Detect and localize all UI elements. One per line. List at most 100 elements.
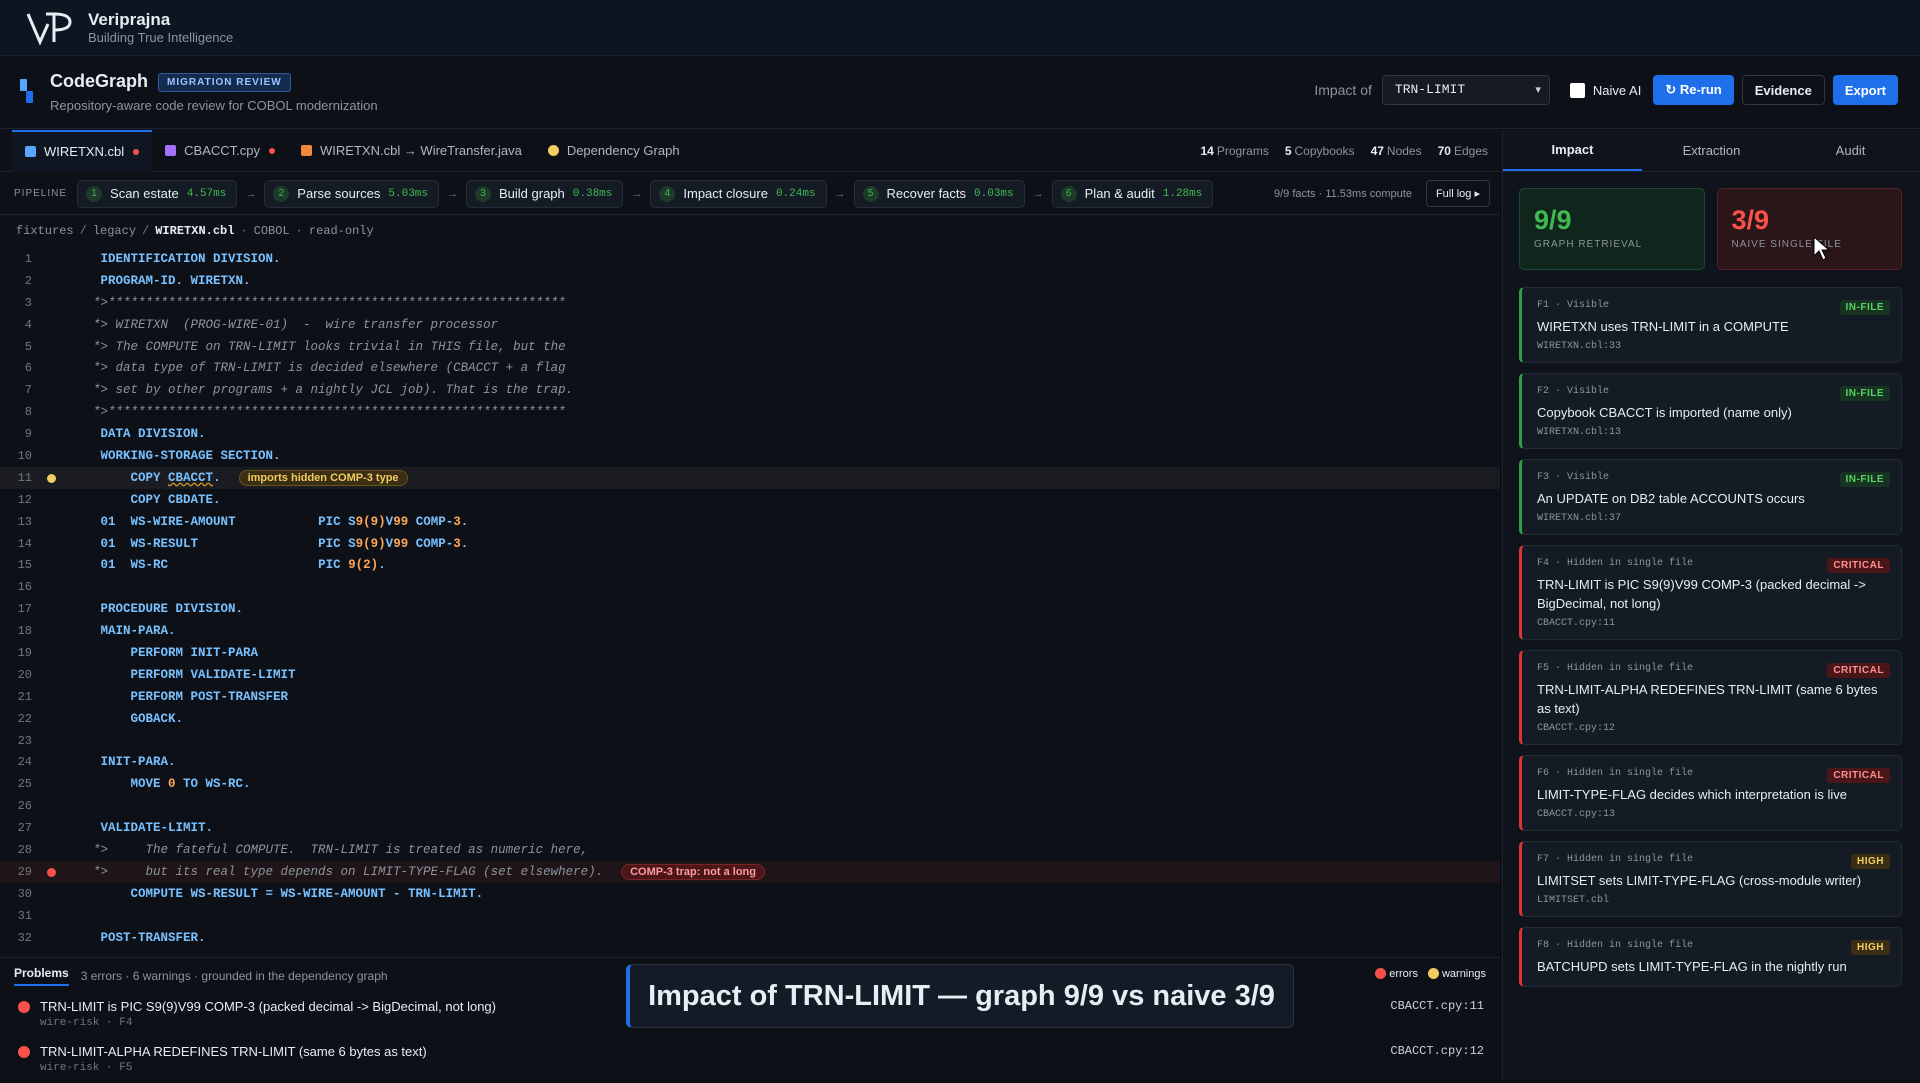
code-line[interactable]: 31 [0,905,1500,927]
code-line[interactable]: 32 POST-TRANSFER. [0,927,1500,949]
code-text: POST-TRANSFER. [48,930,206,945]
code-text: MOVE 0 TO WS-RC. [48,777,251,792]
line-number: 18 [17,624,32,639]
code-text: DATA DIVISION. [48,427,206,442]
code-line[interactable]: 24 INIT-PARA. [0,751,1500,773]
app-subtitle: Repository-aware code review for COBOL m… [50,98,378,114]
brand-name: Veriprajna [88,9,171,29]
pipeline-step[interactable]: 4 Impact closure 0.24ms [650,179,827,208]
code-line[interactable]: 29 *> but its real type depends on LIMIT… [0,860,1500,883]
pipeline-step[interactable]: 2 Parse sources 5.03ms [264,179,439,208]
fact-card[interactable]: F8 · Hidden in single file HIGH BATCHUPD s… [1519,927,1902,987]
tab-extraction[interactable]: Extraction [1642,130,1781,171]
code-line[interactable]: 30 COMPUTE WS-RESULT = WS-WIRE-AMOUNT - … [0,883,1500,905]
code-line[interactable]: 23 [0,730,1500,752]
code-line[interactable]: 1 IDENTIFICATION DIVISION. [0,248,1500,270]
editor-tab[interactable]: CBACCT.cpy [152,130,288,172]
fact-card[interactable]: F3 · Visible IN-FILE An UPDATE on DB2 tabl… [1519,459,1902,535]
code-line[interactable]: 27 VALIDATE-LIMIT. [0,817,1500,839]
code-line[interactable]: 13 01 WS-WIRE-AMOUNT PIC S9(9)V99 COMP-3… [0,511,1500,533]
line-number: 4 [24,317,32,332]
code-text: *>**************************************… [48,405,566,420]
fact-card[interactable]: F7 · Hidden in single file HIGH LIMITSET s… [1519,841,1902,917]
code-line[interactable]: 18 MAIN-PARA. [0,620,1500,642]
problems-tab[interactable]: Problems [14,966,69,986]
code-line[interactable]: 26 [0,795,1500,817]
code-line[interactable]: 16 [0,576,1500,598]
error-icon [18,1046,30,1058]
code-line[interactable]: 7 *> set by other programs + a nightly J… [0,379,1500,401]
code-line[interactable]: 5 *> The COMPUTE on TRN-LIMIT looks triv… [0,336,1500,358]
error-dot-icon [1375,968,1387,979]
breadcrumb-legacy[interactable]: legacy [93,224,136,238]
pipeline-step[interactable]: 6 Plan & audit 1.28ms [1051,179,1214,208]
tab-audit[interactable]: Audit [1781,130,1920,171]
code-line[interactable]: 8 *>************************************… [0,401,1500,423]
code-line[interactable]: 12 COPY CBDATE. [0,489,1500,511]
severity-badge: CRITICAL [1827,558,1890,573]
editor-tab[interactable]: WIRETXN.cbl [12,129,153,172]
line-number: 8 [24,405,32,420]
code-line[interactable]: 20 PERFORM VALIDATE-LIMIT [0,664,1500,686]
impact-symbol-select[interactable]: TRN-LIMIT ▾ [1381,75,1550,105]
file-type-icon [165,145,177,156]
error-gutter-icon[interactable] [47,867,56,877]
pipeline-step[interactable]: 5 Recover facts 0.03ms [853,179,1025,208]
code-line[interactable]: 22 GOBACK. [0,708,1500,730]
line-number: 11 [17,470,32,485]
code-line[interactable]: 21 PERFORM POST-TRANSFER [0,686,1500,708]
editor-tab[interactable]: Dependency Graph [535,130,693,172]
graph-score: 9/9 [1534,205,1572,235]
code-line[interactable]: 28 *> The fateful COMPUTE. TRN-LIMIT is … [0,839,1500,861]
inline-annotation[interactable]: imports hidden COMP-3 type [238,469,408,486]
export-button[interactable]: Export [1832,75,1898,105]
code-line[interactable]: 10 WORKING-STORAGE SECTION. [0,445,1500,467]
pipeline-summary: 9/9 facts · 11.53ms compute [1273,187,1412,200]
graph-score-label: GRAPH RETRIEVAL [1534,239,1643,250]
fact-card[interactable]: F6 · Hidden in single file CRITICAL LIMIT-… [1519,755,1902,831]
full-log-button[interactable]: Full log ▸ [1425,180,1490,207]
code-text: *> data type of TRN-LIMIT is decided els… [48,361,566,376]
breadcrumb-file[interactable]: WIRETXN.cbl [155,224,234,238]
severity-badge: IN-FILE [1839,386,1890,401]
rerun-button[interactable]: ↻ Re-run [1653,75,1734,105]
pipeline-step[interactable]: 1 Scan estate 4.57ms [77,179,238,208]
pipeline-step[interactable]: 3 Build graph 0.38ms [466,179,624,208]
code-line[interactable]: 4 *> WIRETXN (PROG-WIRE-01) - wire trans… [0,314,1500,336]
line-number: 30 [17,886,32,901]
editor-tab[interactable]: WIRETXN.cbl → WireTransfer.java [288,130,535,172]
code-line[interactable]: 15 01 WS-RC PIC 9(2). [0,554,1500,576]
problems-summary: 3 errors · 6 warnings · grounded in the … [80,968,388,983]
line-number: 29 [17,864,32,879]
breadcrumb-fixtures[interactable]: fixtures [16,224,74,238]
warning-gutter-icon[interactable] [47,473,56,483]
line-number: 19 [17,645,32,660]
line-number: 2 [24,273,32,288]
code-line[interactable]: 9 DATA DIVISION. [0,423,1500,445]
code-line[interactable]: 11 COPY CBACCT. imports hidden COMP-3 typ… [0,466,1500,489]
tab-impact[interactable]: Impact [1503,130,1642,171]
code-line[interactable]: 17 PROCEDURE DIVISION. [0,598,1500,620]
file-type-icon [547,145,559,156]
line-number: 1 [24,251,32,266]
problem-item[interactable]: TRN-LIMIT-ALPHA REDEFINES TRN-LIMIT (sam… [0,1038,1500,1083]
code-line[interactable]: 14 01 WS-RESULT PIC S9(9)V99 COMP-3. [0,533,1500,555]
fact-card[interactable]: F4 · Hidden in single file CRITICAL TRN-LI… [1519,545,1902,640]
fact-card[interactable]: F1 · Visible IN-FILE WIRETXN uses TRN-LIMI… [1519,287,1902,363]
code-editor[interactable]: 1 IDENTIFICATION DIVISION. 2 PROGRAM-ID. … [0,248,1500,956]
evidence-button[interactable]: Evidence [1741,75,1825,105]
line-number: 21 [17,689,32,704]
fact-card[interactable]: F5 · Hidden in single file CRITICAL TRN-LI… [1519,650,1902,745]
arrow-icon: → [631,187,643,200]
code-line[interactable]: 25 MOVE 0 TO WS-RC. [0,773,1500,795]
fact-card[interactable]: F2 · Visible IN-FILE Copybook CBACCT is im… [1519,373,1902,449]
code-line[interactable]: 2 PROGRAM-ID. WIRETXN. [0,270,1500,292]
code-line[interactable]: 19 PERFORM INIT-PARA [0,642,1500,664]
code-line[interactable]: 6 *> data type of TRN-LIMIT is decided e… [0,357,1500,379]
naive-ai-checkbox[interactable] [1569,82,1585,98]
line-number: 9 [24,427,32,442]
inline-annotation[interactable]: COMP-3 trap: not a long [621,863,765,880]
code-line[interactable]: 3 *>************************************… [0,292,1500,314]
line-number: 28 [17,842,32,857]
pipeline-bar: PIPELINE 1 Scan estate 4.57ms → 2 Parse sourc… [0,173,1500,215]
